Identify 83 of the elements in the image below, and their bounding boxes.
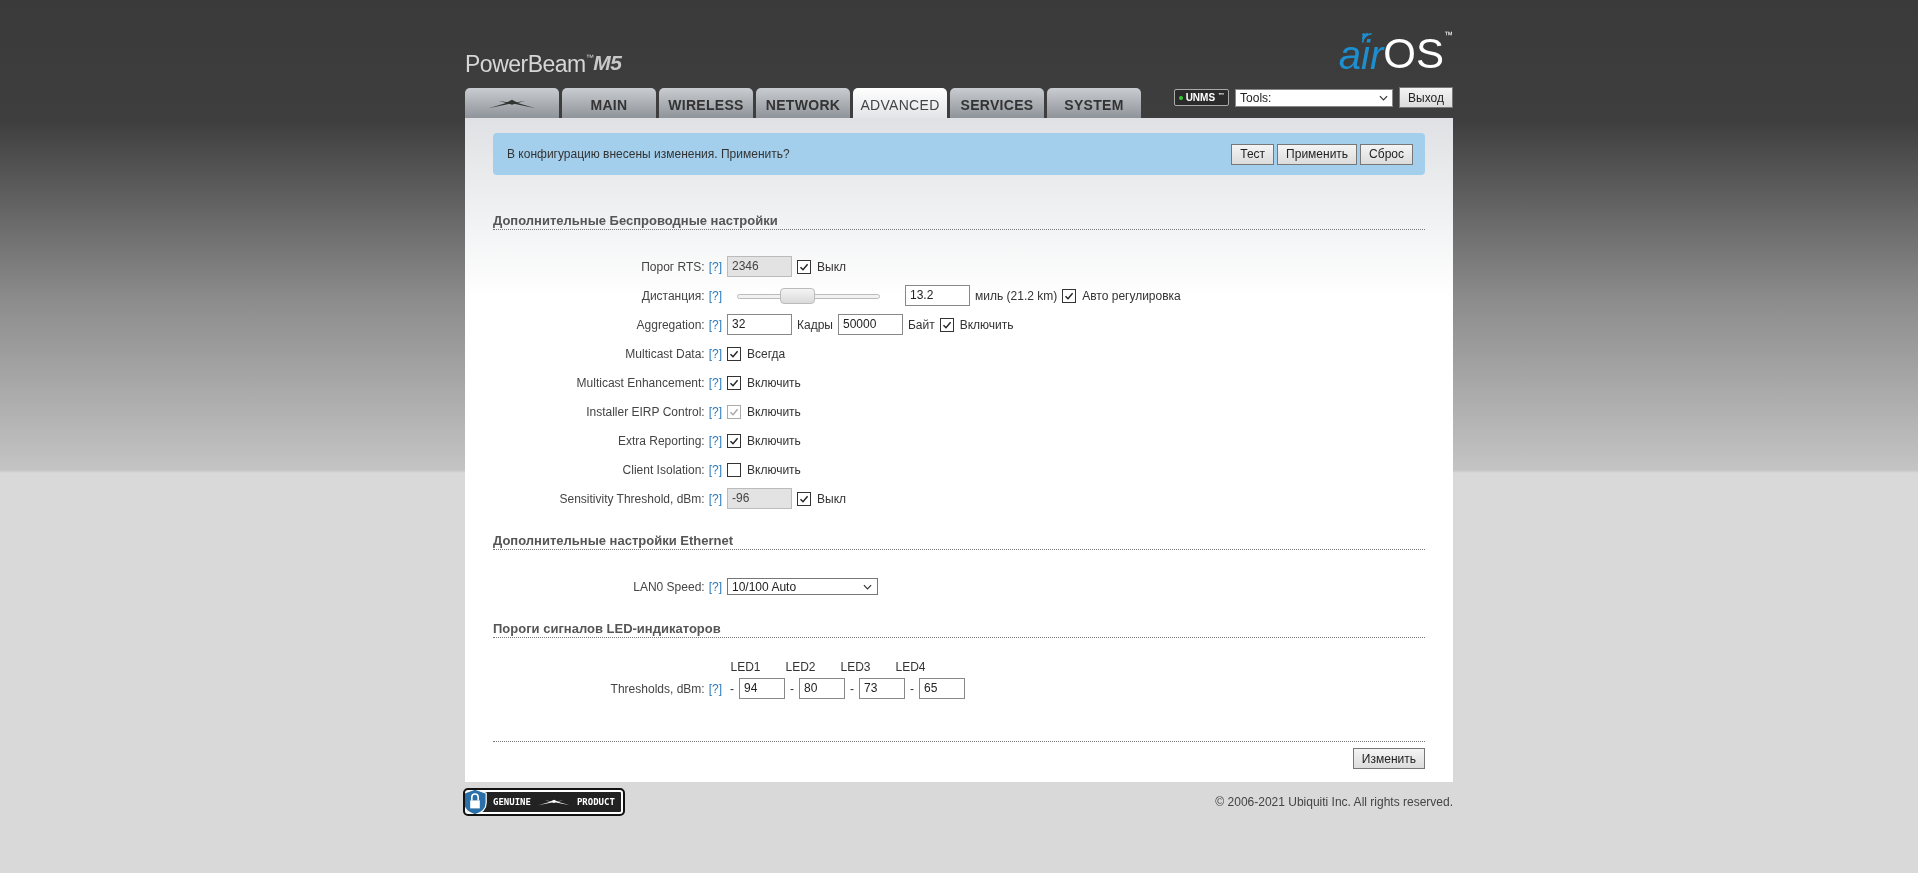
checkbox-label: Включить (747, 375, 801, 390)
input-field[interactable]: 80 (799, 678, 845, 699)
checkbox-label: Включить (747, 404, 801, 419)
nav-tab[interactable]: ADVANCED (853, 88, 947, 118)
help-link[interactable]: [?] (708, 491, 722, 506)
help-link[interactable]: [?] (708, 259, 722, 274)
checkbox-label: Выкл (817, 491, 846, 506)
field-label: Дистанция: (641, 288, 705, 303)
section-title: Дополнительные настройки Ethernet (493, 533, 1425, 550)
copyright-text: © 2006-2021 Ubiquiti Inc. All rights reserved. (1215, 795, 1453, 809)
checkbox[interactable] (727, 375, 741, 390)
help-link[interactable]: [?] (708, 462, 722, 477)
section-title: Пороги сигналов LED-индикаторов (493, 621, 1425, 638)
field-label: Client Isolation: (622, 462, 705, 477)
checkbox[interactable] (939, 317, 954, 332)
field-label: Sensitivity Threshold, dBm: (559, 491, 705, 506)
minus-sign: - (790, 681, 794, 696)
checkbox-label: Авто регулировка (1082, 288, 1181, 303)
help-link[interactable]: [?] (708, 288, 722, 303)
field-label: Installer EIRP Control: (586, 404, 705, 419)
checkbox[interactable] (727, 462, 741, 477)
checkbox[interactable] (797, 259, 811, 274)
help-link[interactable]: [?] (708, 579, 722, 594)
chevron-icon (863, 583, 872, 590)
nav-tab[interactable]: NETWORK (756, 88, 850, 118)
nav-tab[interactable]: MAIN (562, 88, 656, 118)
checkbox[interactable] (727, 433, 741, 448)
input-field[interactable]: 32 (727, 314, 792, 335)
notice-button[interactable]: Сброс (1360, 143, 1413, 165)
notice-button[interactable]: Применить (1277, 143, 1358, 165)
brand-logo: airOS™ (1338, 30, 1453, 79)
section-title: Дополнительные Беспроводные настройки (493, 213, 1425, 230)
notice-button[interactable]: Тест (1231, 143, 1275, 165)
distance-slider[interactable] (737, 287, 880, 304)
field-label: Extra Reporting: (617, 433, 705, 448)
unit-label: Байт (907, 317, 935, 332)
field-label: Multicast Enhancement: (576, 375, 705, 390)
help-link[interactable]: [?] (708, 317, 722, 332)
help-link[interactable]: [?] (708, 346, 722, 361)
speed-dropdown[interactable]: 10/100 Auto (727, 578, 878, 595)
checkbox-label: Включить (959, 317, 1014, 332)
input-field[interactable]: 13.2 (905, 285, 970, 306)
help-link[interactable]: [?] (708, 433, 722, 448)
help-link[interactable]: [?] (708, 375, 722, 390)
minus-sign: - (850, 681, 854, 696)
checkbox-label: Включить (747, 462, 801, 477)
slider-thumb[interactable] (780, 287, 816, 304)
unit-label: Кадры (797, 317, 833, 332)
input-field[interactable]: 65 (919, 678, 965, 699)
field-label: Порог RTS: (641, 259, 705, 274)
column-header: LED2 (784, 660, 817, 674)
field-label: LAN0 Speed: (633, 579, 705, 594)
genuine-product-badge: GENUINE PRODUCT (465, 790, 623, 814)
field-label: Thresholds, dBm: (610, 681, 705, 696)
minus-sign: - (910, 681, 914, 696)
input-field[interactable]: 50000 (837, 314, 903, 335)
chevron-icon (1379, 94, 1389, 101)
help-link[interactable]: [?] (708, 404, 722, 419)
product-logo: PowerBeam™M5 (465, 51, 622, 79)
unit-label: миль (21.2 km) (975, 288, 1058, 303)
tools-dropdown[interactable]: Tools: (1235, 88, 1394, 107)
home-tab[interactable] (465, 88, 559, 118)
column-header: LED1 (729, 660, 762, 674)
logout-button[interactable]: Выход (1399, 87, 1453, 108)
checkbox-label: Включить (747, 433, 801, 448)
checkbox[interactable] (1062, 288, 1077, 303)
minus-sign: - (730, 681, 734, 696)
submit-button[interactable]: Изменить (1352, 748, 1425, 769)
column-header: LED4 (894, 660, 927, 674)
nav-tab[interactable]: WIRELESS (659, 88, 753, 118)
field-label: Multicast Data: (625, 346, 705, 361)
notice-text: В конфигурацию внесены изменения. Применить? (507, 147, 790, 161)
input-field[interactable]: 73 (859, 678, 905, 699)
nav-tab[interactable]: SERVICES (950, 88, 1044, 118)
nav-tab[interactable]: SYSTEM (1047, 88, 1141, 118)
checkbox[interactable] (727, 346, 741, 361)
checkbox-label: Выкл (817, 259, 846, 274)
help-link[interactable]: [?] (708, 681, 722, 696)
field-label: Aggregation: (636, 317, 705, 332)
checkbox[interactable] (797, 491, 811, 506)
checkbox-label: Всегда (747, 346, 786, 361)
column-header: LED3 (839, 660, 872, 674)
input-field[interactable]: 94 (739, 678, 785, 699)
